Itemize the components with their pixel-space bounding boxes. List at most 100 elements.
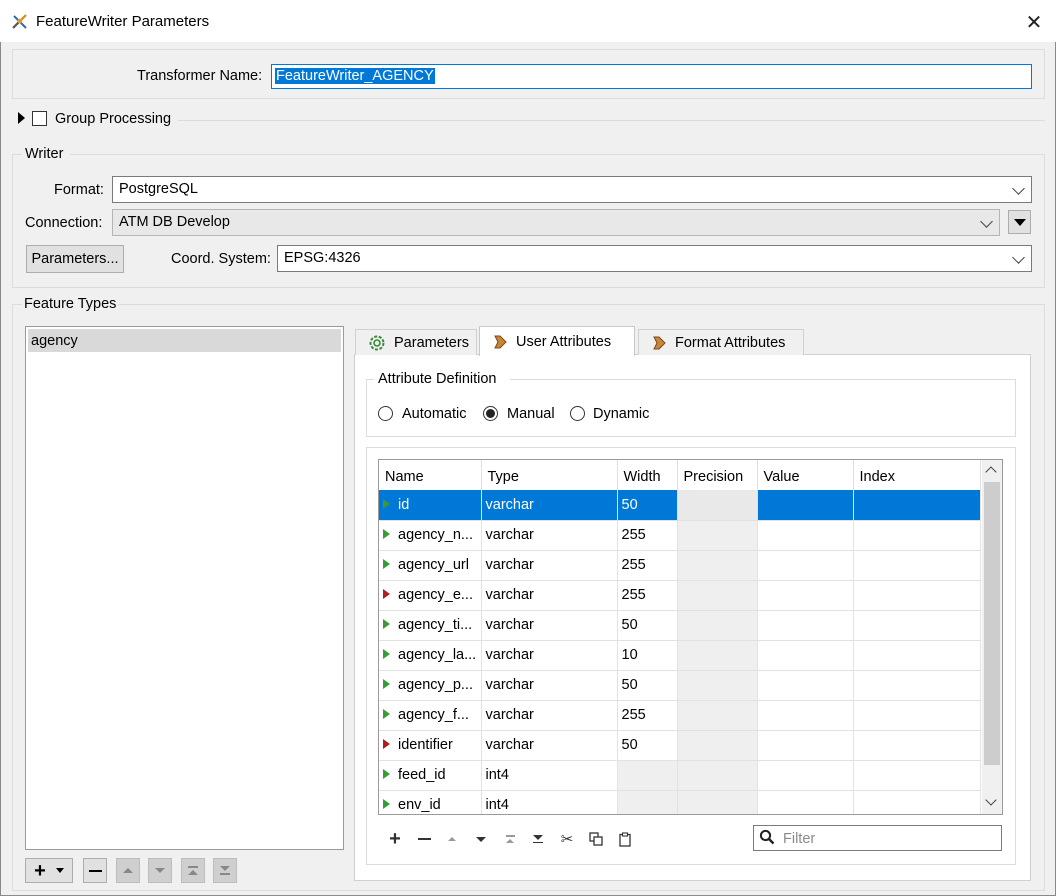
attribute-name-cell[interactable]: agency_ti... bbox=[379, 610, 482, 641]
attribute-name-cell[interactable]: feed_id bbox=[379, 760, 482, 791]
attribute-name-cell[interactable]: agency_f... bbox=[379, 700, 482, 731]
move-bottom-button[interactable] bbox=[213, 858, 237, 883]
expand-triangle-icon[interactable] bbox=[18, 112, 25, 124]
tab-user-attributes[interactable]: User Attributes bbox=[479, 326, 635, 356]
filter-input[interactable]: Filter bbox=[753, 825, 1002, 851]
attribute-type-cell[interactable]: varchar bbox=[481, 700, 618, 731]
attribute-name-cell[interactable]: env_id bbox=[379, 790, 482, 814]
attribute-width-cell[interactable]: 255 bbox=[617, 580, 678, 611]
attribute-index-cell[interactable] bbox=[853, 760, 981, 791]
radio-manual[interactable] bbox=[483, 406, 498, 421]
attribute-index-cell[interactable] bbox=[853, 550, 981, 581]
attribute-name-cell[interactable]: identifier bbox=[379, 730, 482, 761]
attribute-value-cell[interactable] bbox=[757, 760, 854, 791]
scroll-down-icon[interactable] bbox=[985, 794, 997, 806]
move-up-button[interactable] bbox=[116, 858, 140, 883]
attribute-width-cell[interactable]: 50 bbox=[617, 730, 678, 761]
paste-icon[interactable] bbox=[615, 829, 635, 849]
table-row[interactable]: agency_f... varchar 255 bbox=[379, 700, 981, 731]
coord-system-select[interactable]: EPSG:4326 bbox=[277, 245, 1032, 272]
attribute-type-cell[interactable]: varchar bbox=[481, 610, 618, 641]
attribute-index-cell[interactable] bbox=[853, 610, 981, 641]
table-row[interactable]: agency_e... varchar 255 bbox=[379, 580, 981, 611]
connection-menu-button[interactable] bbox=[1008, 210, 1031, 234]
table-row[interactable]: feed_id int4 bbox=[379, 760, 981, 791]
attributes-table[interactable]: Name Type Width Precision Value Index id varch… bbox=[379, 460, 981, 814]
attribute-width-cell[interactable]: 255 bbox=[617, 700, 678, 731]
attributes-table-container[interactable]: Name Type Width Precision Value Index id varch… bbox=[378, 459, 1003, 815]
attribute-name-cell[interactable]: agency_n... bbox=[379, 520, 482, 551]
attribute-width-cell[interactable] bbox=[617, 760, 678, 791]
feature-types-list[interactable]: agency bbox=[25, 326, 344, 850]
attribute-index-cell[interactable] bbox=[853, 670, 981, 701]
attribute-value-cell[interactable] bbox=[757, 730, 854, 761]
attribute-width-cell[interactable]: 10 bbox=[617, 640, 678, 671]
tab-parameters[interactable]: Parameters bbox=[355, 329, 477, 355]
radio-dynamic[interactable] bbox=[570, 406, 585, 421]
add-feature-type-button[interactable]: + bbox=[25, 858, 73, 883]
attribute-width-cell[interactable]: 50 bbox=[617, 610, 678, 641]
attribute-type-cell[interactable]: int4 bbox=[481, 760, 618, 791]
move-down-icon[interactable] bbox=[471, 829, 491, 849]
group-processing-checkbox[interactable] bbox=[32, 111, 47, 126]
attribute-width-cell[interactable]: 255 bbox=[617, 520, 678, 551]
move-top-icon[interactable] bbox=[500, 829, 520, 849]
tab-format-attributes[interactable]: Format Attributes bbox=[638, 329, 804, 355]
attribute-value-cell[interactable] bbox=[757, 700, 854, 731]
attribute-type-cell[interactable]: int4 bbox=[481, 790, 618, 814]
table-row[interactable]: id varchar 50 bbox=[379, 490, 981, 521]
table-row[interactable]: env_id int4 bbox=[379, 790, 981, 814]
attribute-index-cell[interactable] bbox=[853, 580, 981, 611]
table-row[interactable]: agency_n... varchar 255 bbox=[379, 520, 981, 551]
column-header-value[interactable]: Value bbox=[757, 460, 854, 490]
table-row[interactable]: agency_la... varchar 10 bbox=[379, 640, 981, 671]
attribute-value-cell[interactable] bbox=[757, 610, 854, 641]
attribute-value-cell[interactable] bbox=[757, 490, 854, 521]
attribute-name-cell[interactable]: agency_url bbox=[379, 550, 482, 581]
attribute-value-cell[interactable] bbox=[757, 790, 854, 814]
close-button[interactable]: ✕ bbox=[1012, 6, 1056, 38]
attribute-index-cell[interactable] bbox=[853, 700, 981, 731]
attribute-value-cell[interactable] bbox=[757, 580, 854, 611]
transformer-name-input[interactable]: FeatureWriter_AGENCY bbox=[271, 64, 1032, 89]
attribute-type-cell[interactable]: varchar bbox=[481, 730, 618, 761]
table-row[interactable]: agency_url varchar 255 bbox=[379, 550, 981, 581]
table-row[interactable]: identifier varchar 50 bbox=[379, 730, 981, 761]
attribute-width-cell[interactable]: 50 bbox=[617, 490, 678, 521]
attribute-name-cell[interactable]: id bbox=[379, 490, 482, 521]
copy-icon[interactable] bbox=[586, 829, 606, 849]
attribute-value-cell[interactable] bbox=[757, 550, 854, 581]
scrollbar-thumb[interactable] bbox=[984, 482, 1000, 765]
attribute-type-cell[interactable]: varchar bbox=[481, 670, 618, 701]
attribute-index-cell[interactable] bbox=[853, 490, 981, 521]
table-row[interactable]: agency_p... varchar 50 bbox=[379, 670, 981, 701]
move-bottom-icon[interactable] bbox=[528, 829, 548, 849]
attribute-name-cell[interactable]: agency_p... bbox=[379, 670, 482, 701]
attribute-index-cell[interactable] bbox=[853, 640, 981, 671]
attribute-value-cell[interactable] bbox=[757, 640, 854, 671]
attribute-type-cell[interactable]: varchar bbox=[481, 550, 618, 581]
attribute-type-cell[interactable]: varchar bbox=[481, 490, 618, 521]
scroll-up-icon[interactable] bbox=[985, 466, 997, 478]
connection-select[interactable]: ATM DB Develop bbox=[112, 209, 1000, 236]
column-header-type[interactable]: Type bbox=[481, 460, 618, 490]
move-top-button[interactable] bbox=[181, 858, 205, 883]
parameters-button[interactable]: Parameters... bbox=[26, 245, 124, 273]
move-down-button[interactable] bbox=[148, 858, 172, 883]
attribute-type-cell[interactable]: varchar bbox=[481, 640, 618, 671]
column-header-index[interactable]: Index bbox=[853, 460, 981, 490]
format-select[interactable]: PostgreSQL bbox=[112, 176, 1032, 203]
attribute-value-cell[interactable] bbox=[757, 520, 854, 551]
attribute-index-cell[interactable] bbox=[853, 520, 981, 551]
vertical-scrollbar[interactable] bbox=[982, 460, 1002, 814]
remove-attribute-icon[interactable] bbox=[414, 829, 434, 849]
radio-automatic[interactable] bbox=[378, 406, 393, 421]
attribute-value-cell[interactable] bbox=[757, 670, 854, 701]
column-header-width[interactable]: Width bbox=[617, 460, 678, 490]
remove-feature-type-button[interactable] bbox=[83, 858, 107, 883]
attribute-name-cell[interactable]: agency_la... bbox=[379, 640, 482, 671]
attribute-width-cell[interactable]: 255 bbox=[617, 550, 678, 581]
column-header-name[interactable]: Name bbox=[379, 460, 482, 490]
move-up-icon[interactable] bbox=[442, 829, 462, 849]
attribute-index-cell[interactable] bbox=[853, 790, 981, 814]
